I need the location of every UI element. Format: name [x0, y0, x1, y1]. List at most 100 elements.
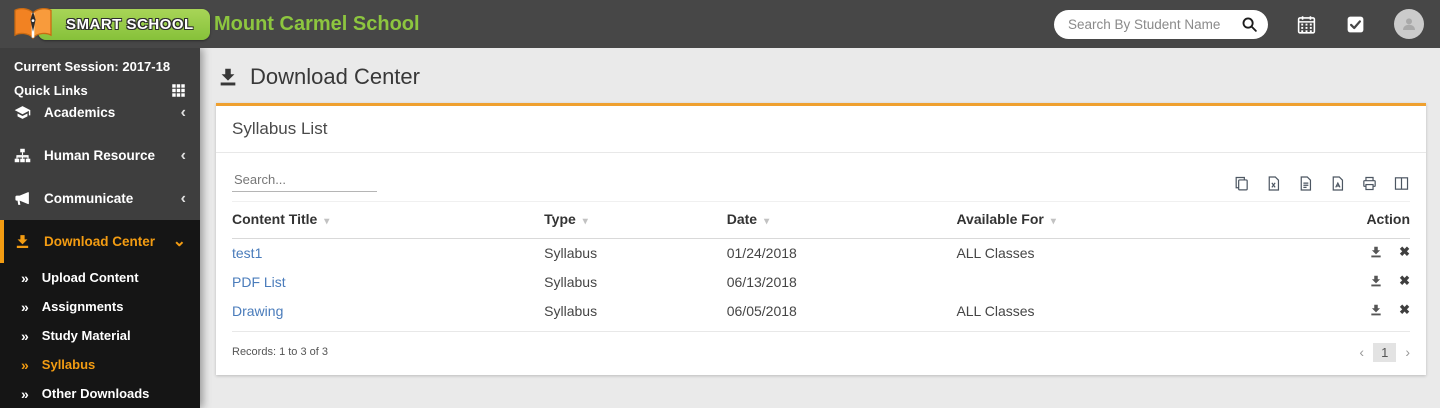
pagination: ‹ 1 › — [1359, 343, 1410, 362]
download-center-submenu: » Upload Content » Assignments » Study M… — [0, 263, 200, 408]
column-header-action: Action — [1304, 202, 1410, 239]
type-cell: Syllabus — [544, 239, 727, 268]
export-buttons — [1233, 175, 1410, 192]
download-icon — [14, 233, 31, 250]
sidebar-item-label: Download Center — [44, 234, 155, 249]
sidebar-item-label: Human Resource — [44, 148, 155, 163]
table-toolbar — [216, 153, 1426, 201]
excel-icon[interactable] — [1265, 175, 1282, 192]
type-cell: Syllabus — [544, 268, 727, 297]
copy-icon[interactable] — [1233, 175, 1250, 192]
header-actions — [1054, 9, 1424, 39]
sort-arrow-icon: ▾ — [1051, 216, 1056, 227]
submenu-item-label: Study Material — [42, 328, 131, 343]
book-logo-icon — [12, 6, 54, 42]
records-count: Records: 1 to 3 of 3 — [232, 346, 328, 358]
submenu-item-label: Upload Content — [42, 270, 139, 285]
pdf-icon[interactable] — [1329, 175, 1346, 192]
submenu-item-syllabus[interactable]: » Syllabus — [0, 350, 200, 379]
csv-icon[interactable] — [1297, 175, 1314, 192]
current-session-label: Current Session: 2017-18 — [0, 48, 200, 76]
submenu-item-upload-content[interactable]: » Upload Content — [0, 263, 200, 292]
sidebar-menu: Academics ‹ Human Resource ‹ Communicate — [0, 91, 200, 263]
syllabus-list-card: Syllabus List — [216, 103, 1426, 375]
content-title-link[interactable]: test1 — [232, 239, 544, 268]
user-avatar[interactable] — [1394, 9, 1424, 39]
download-action-icon[interactable] — [1369, 245, 1383, 259]
table-row: Drawing Syllabus 06/05/2018 ALL Classes … — [232, 297, 1410, 326]
task-check-icon[interactable] — [1345, 14, 1366, 35]
sidebar: Current Session: 2017-18 Quick Links Aca… — [0, 48, 200, 408]
bullhorn-icon — [14, 190, 31, 207]
submenu-item-assignments[interactable]: » Assignments — [0, 292, 200, 321]
table-row: test1 Syllabus 01/24/2018 ALL Classes ✖ — [232, 239, 1410, 268]
quick-links[interactable]: Quick Links — [0, 76, 200, 105]
sort-arrow-icon: ▾ — [764, 216, 769, 227]
smart-school-logo[interactable]: SMART SCHOOL — [0, 0, 200, 48]
student-search-box[interactable] — [1054, 10, 1268, 39]
table-search-input[interactable] — [232, 168, 377, 192]
submenu-item-study-material[interactable]: » Study Material — [0, 321, 200, 350]
chevron-left-icon: ‹ — [181, 191, 186, 207]
sidebar-item-communicate[interactable]: Communicate ‹ — [0, 177, 200, 220]
download-action-icon[interactable] — [1369, 303, 1383, 317]
chevron-left-icon: ‹ — [181, 105, 186, 121]
table-footer: Records: 1 to 3 of 3 ‹ 1 › — [232, 331, 1410, 362]
sitemap-icon — [14, 147, 31, 164]
top-header: SMART SCHOOL Mount Carmel School — [0, 0, 1440, 48]
card-title: Syllabus List — [216, 106, 1426, 153]
page-number-button[interactable]: 1 — [1373, 343, 1396, 362]
sort-arrow-icon: ▾ — [324, 216, 329, 227]
quick-links-label: Quick Links — [14, 83, 88, 98]
sidebar-item-download-center[interactable]: Download Center ⌄ — [0, 220, 200, 263]
graduation-cap-icon — [14, 104, 31, 121]
date-cell: 06/13/2018 — [727, 268, 957, 297]
double-chevron-icon: » — [21, 387, 29, 401]
date-cell: 01/24/2018 — [727, 239, 957, 268]
logo-pill: SMART SCHOOL — [38, 9, 210, 40]
double-chevron-icon: » — [21, 300, 29, 314]
content-title-link[interactable]: PDF List — [232, 268, 544, 297]
delete-icon[interactable]: ✖ — [1399, 274, 1410, 287]
delete-icon[interactable]: ✖ — [1399, 245, 1410, 258]
page-title: Download Center — [200, 48, 1440, 103]
next-page-icon[interactable]: › — [1405, 345, 1410, 359]
student-search-input[interactable] — [1068, 17, 1241, 32]
app-window: SMART SCHOOL Mount Carmel School — [0, 0, 1440, 408]
sidebar-item-label: Communicate — [44, 191, 133, 206]
sidebar-item-label: Academics — [44, 105, 115, 120]
syllabus-table: Content Title▾ Type▾ Date▾ Available For… — [216, 201, 1426, 326]
columns-icon[interactable] — [1393, 175, 1410, 192]
type-cell: Syllabus — [544, 297, 727, 326]
delete-icon[interactable]: ✖ — [1399, 303, 1410, 316]
column-header-type[interactable]: Type▾ — [544, 202, 727, 239]
submenu-item-other-downloads[interactable]: » Other Downloads — [0, 379, 200, 408]
submenu-item-label: Assignments — [42, 299, 124, 314]
available-for-cell — [956, 268, 1304, 297]
print-icon[interactable] — [1361, 175, 1378, 192]
sort-arrow-icon: ▾ — [583, 216, 588, 227]
download-icon — [217, 66, 239, 88]
column-header-date[interactable]: Date▾ — [727, 202, 957, 239]
download-action-icon[interactable] — [1369, 274, 1383, 288]
submenu-item-label: Syllabus — [42, 357, 95, 372]
date-cell: 06/05/2018 — [727, 297, 957, 326]
double-chevron-icon: » — [21, 271, 29, 285]
table-row: PDF List Syllabus 06/13/2018 ✖ — [232, 268, 1410, 297]
column-header-available-for[interactable]: Available For▾ — [956, 202, 1304, 239]
double-chevron-icon: » — [21, 329, 29, 343]
table-header-row: Content Title▾ Type▾ Date▾ Available For… — [232, 202, 1410, 239]
chevron-down-icon: ⌄ — [173, 234, 186, 250]
prev-page-icon[interactable]: ‹ — [1359, 345, 1364, 359]
page-title-text: Download Center — [250, 64, 420, 90]
sidebar-item-human-resource[interactable]: Human Resource ‹ — [0, 134, 200, 177]
calendar-icon[interactable] — [1296, 14, 1317, 35]
search-icon[interactable] — [1241, 16, 1258, 33]
content-title-link[interactable]: Drawing — [232, 297, 544, 326]
school-name: Mount Carmel School — [214, 13, 420, 36]
logo-text: SMART SCHOOL — [66, 16, 194, 33]
main-content: Download Center Syllabus List — [200, 48, 1440, 408]
column-header-content-title[interactable]: Content Title▾ — [232, 202, 544, 239]
submenu-item-label: Other Downloads — [42, 386, 150, 401]
available-for-cell: ALL Classes — [956, 297, 1304, 326]
